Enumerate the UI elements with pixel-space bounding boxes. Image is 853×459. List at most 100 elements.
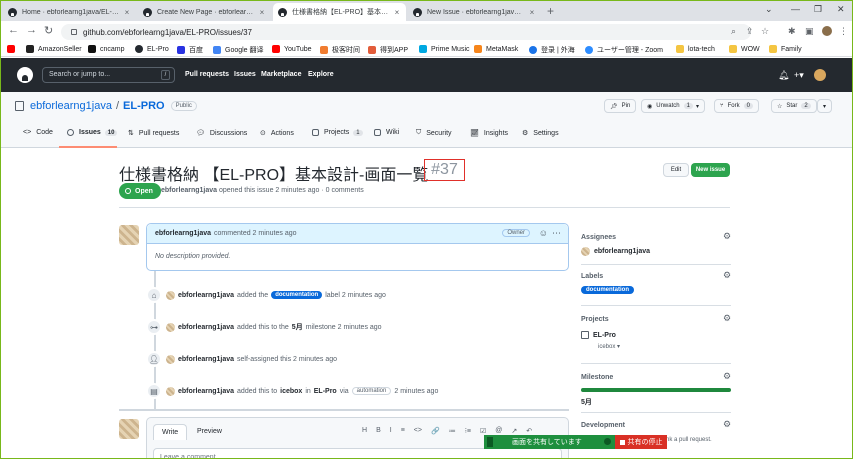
tab-preview[interactable]: Preview <box>189 424 230 439</box>
nav-marketplace[interactable]: Marketplace <box>261 71 301 78</box>
stop-sharing-button[interactable]: 共有の停止 <box>615 435 667 449</box>
label-documentation[interactable]: documentation <box>271 291 323 299</box>
sidepanel-icon[interactable]: ▣ <box>805 26 814 37</box>
drag-handle[interactable] <box>487 437 493 447</box>
bookmark[interactable]: MetaMask <box>474 45 518 53</box>
projects-heading[interactable]: Projects <box>581 316 609 323</box>
milestone-heading[interactable]: Milestone <box>581 374 613 381</box>
back-icon[interactable]: ← <box>8 24 19 36</box>
avatar[interactable] <box>166 386 175 396</box>
author-link[interactable]: ebforlearng1java <box>161 187 217 194</box>
code-icon[interactable]: <> <box>414 427 422 435</box>
avatar[interactable] <box>166 322 175 332</box>
tab-search-icon[interactable]: ⌄ <box>765 4 773 15</box>
smiley-icon[interactable]: ☺ <box>539 228 548 238</box>
assignee-item[interactable]: ebforlearng1java <box>581 247 650 256</box>
bookmark[interactable]: 极客时间 <box>320 45 360 55</box>
browser-tab[interactable]: Create New Page · ebforlearng1java × <box>138 3 271 21</box>
tab-write[interactable]: Write <box>153 424 188 440</box>
bookmark-folder[interactable]: WOW <box>729 45 760 53</box>
comment-textarea[interactable]: Leave a comment <box>153 448 562 458</box>
gear-icon[interactable]: ⚙ <box>723 270 731 281</box>
minimize-icon[interactable]: — <box>791 4 800 14</box>
task-list-icon[interactable]: ☑ <box>480 427 486 435</box>
ordered-list-icon[interactable]: ⁝≡ <box>465 427 471 435</box>
tab-actions[interactable]: ⊙ Actions <box>260 129 294 138</box>
comment-author-link[interactable]: ebforlearng1java <box>155 230 211 237</box>
link-icon[interactable]: 🔗 <box>431 427 440 435</box>
close-icon[interactable]: × <box>528 8 536 17</box>
new-issue-button[interactable]: New issue <box>691 163 730 177</box>
repo-owner-link[interactable]: ebforlearng1java <box>30 100 112 112</box>
bookmark[interactable]: 得到APP <box>368 45 408 55</box>
bookmark[interactable]: AmazonSeller <box>26 45 82 53</box>
github-logo-icon[interactable] <box>17 67 33 83</box>
bookmark[interactable]: ユーザー管理 - Zoom <box>585 45 663 55</box>
gear-icon[interactable]: ⚙ <box>723 371 731 382</box>
bookmark[interactable]: 百度 <box>177 45 203 55</box>
avatar[interactable] <box>166 354 175 364</box>
fork-button[interactable]: ⑂ Fork 0 <box>714 99 759 113</box>
bookmark[interactable]: Prime Music <box>419 45 470 53</box>
label-documentation[interactable]: documentation <box>581 286 634 294</box>
tab-projects[interactable]: Projects 1 <box>312 129 363 136</box>
profile-avatar[interactable] <box>822 26 832 36</box>
bold-icon[interactable]: B <box>376 427 381 435</box>
tab-insights[interactable]: 📈︎ Insights <box>470 129 508 138</box>
bookmark[interactable]: 登录 | 外海 <box>529 45 575 55</box>
gear-icon[interactable]: ⚙ <box>723 419 731 430</box>
menu-icon[interactable]: ⋮ <box>839 26 848 37</box>
extensions-icon[interactable]: ✱ <box>788 26 796 37</box>
gear-icon[interactable]: ⚙ <box>723 231 731 242</box>
forward-icon[interactable]: → <box>26 24 37 36</box>
address-bar[interactable]: github.com/ebforlearng1java/EL-PRO/issue… <box>61 24 751 40</box>
tab-issues[interactable]: Issues 10 <box>67 129 118 136</box>
nav-pull-requests[interactable]: Pull requests <box>185 71 229 78</box>
mention-icon[interactable]: @ <box>495 427 502 435</box>
share-icon[interactable]: ⇪ <box>746 26 754 37</box>
tab-wiki[interactable]: Wiki <box>374 129 399 136</box>
close-icon[interactable]: × <box>123 8 131 17</box>
milestone-link[interactable]: 5月 <box>581 397 592 407</box>
watch-button[interactable]: ◉ Unwatch 1 ▾ <box>641 99 705 113</box>
create-plus-icon[interactable]: +▾ <box>794 70 804 81</box>
tab-code[interactable]: <> Code <box>23 129 53 136</box>
bookmark[interactable]: cncamp <box>88 45 125 53</box>
browser-tab-active[interactable]: 仕様書格納【EL-PRO】基本設計-画 × <box>273 3 406 21</box>
close-icon[interactable]: × <box>258 8 266 17</box>
bookmark-folder[interactable]: Family <box>769 45 802 53</box>
bookmark-youtube[interactable] <box>7 45 19 53</box>
nav-issues[interactable]: Issues <box>234 71 256 78</box>
cross-reference-icon[interactable]: ↗ <box>511 427 517 435</box>
labels-heading[interactable]: Labels <box>581 273 603 280</box>
repo-name-link[interactable]: EL-PRO <box>123 100 165 112</box>
edit-button[interactable]: Edit <box>663 163 689 177</box>
bookmark[interactable]: YouTube <box>272 45 312 53</box>
reload-icon[interactable]: ↻ <box>44 24 53 37</box>
avatar[interactable] <box>119 225 139 245</box>
new-tab-button[interactable]: + <box>547 4 554 18</box>
avatar[interactable] <box>166 290 175 300</box>
development-heading[interactable]: Development <box>581 422 625 429</box>
browser-tab[interactable]: Home · ebforlearng1java/EL-PRO × <box>3 3 136 21</box>
project-status-dropdown[interactable]: icebox ▾ <box>598 343 620 350</box>
tab-pull-requests[interactable]: ⇅ Pull requests <box>128 129 179 138</box>
restore-icon[interactable]: ❐ <box>814 4 822 15</box>
zoom-icon[interactable]: ⌕ <box>731 26 736 37</box>
bookmark[interactable]: Google 翻译 <box>213 45 264 55</box>
tab-security[interactable]: ⛉ Security <box>416 129 452 137</box>
bookmark-star-icon[interactable]: ☆ <box>761 26 769 37</box>
italic-icon[interactable]: I <box>390 427 392 435</box>
close-icon[interactable]: × <box>393 8 401 17</box>
assignees-heading[interactable]: Assignees <box>581 234 616 241</box>
heading-icon[interactable]: H <box>362 427 367 435</box>
nav-explore[interactable]: Explore <box>308 71 334 78</box>
bookmark[interactable]: EL-Pro <box>135 45 169 53</box>
search-input[interactable]: Search or jump to... / <box>42 67 175 83</box>
pin-button[interactable]: 📌︎ Pin <box>604 99 637 113</box>
bookmark-folder[interactable]: lota-tech <box>676 45 715 53</box>
project-item[interactable]: EL-Pro <box>581 331 616 339</box>
kebab-menu-icon[interactable]: ⋯ <box>552 228 561 239</box>
quote-icon[interactable]: ≡ <box>401 427 405 435</box>
unordered-list-icon[interactable]: ≔ <box>449 427 456 435</box>
